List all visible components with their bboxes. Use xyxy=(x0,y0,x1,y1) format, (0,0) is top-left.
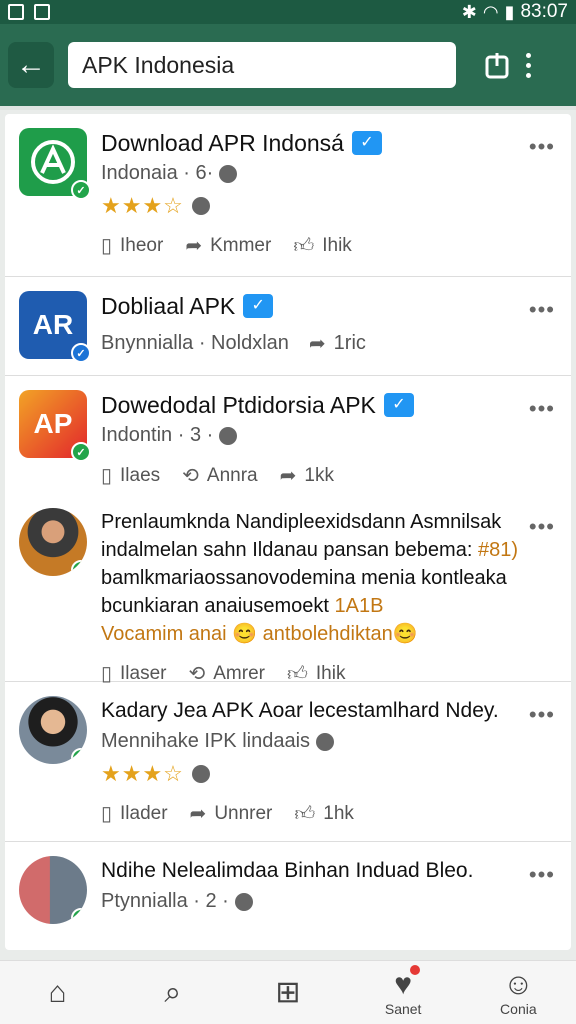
notification-icon xyxy=(34,4,50,20)
more-options-icon[interactable]: ••• xyxy=(529,862,555,888)
nav-add[interactable]: ⊞ xyxy=(253,975,323,1009)
verified-icon: ✓ xyxy=(351,131,382,155)
overflow-menu-icon[interactable] xyxy=(526,52,531,78)
share-button[interactable]: ➦ Kmmer xyxy=(185,233,271,258)
globe-icon xyxy=(234,892,253,911)
list-item[interactable]: ✓ Download APR Indonsá ✓ Indonaia · 6· ★★… xyxy=(5,114,571,277)
check-badge-icon: ✓ xyxy=(71,908,87,924)
clock: 83:07 xyxy=(520,1,568,22)
divider xyxy=(0,106,576,110)
wifi-icon: ◠ xyxy=(482,1,499,22)
share-arrow-icon: ➦ xyxy=(185,235,203,257)
app-bar: ← APK Indonesia xyxy=(0,24,576,106)
star-rating: ★★★☆ xyxy=(101,193,559,219)
like-button[interactable]: ▯ Iheor xyxy=(101,233,163,258)
share-button[interactable]: ➦ 1ric xyxy=(309,331,366,356)
app-icon: AP ✓ xyxy=(19,390,91,462)
info-icon xyxy=(191,197,210,215)
like-icon: ▯ xyxy=(101,235,113,257)
post-meta: Bnynnialla · Noldxlan xyxy=(101,332,289,354)
more-options-icon[interactable]: ••• xyxy=(529,514,555,540)
profile-icon: ☺ xyxy=(503,967,534,1001)
more-options-icon[interactable]: ••• xyxy=(529,702,555,728)
more-options-icon[interactable]: ••• xyxy=(529,396,555,422)
avatar: ✓ xyxy=(19,856,87,924)
post-text: Prenlaumknda Nandipleexidsdann Asmnilsak… xyxy=(101,508,559,685)
verified-icon: ✓ xyxy=(383,393,414,417)
more-options-icon[interactable]: ••• xyxy=(529,134,555,160)
nav-search[interactable]: ⌕ xyxy=(138,975,208,1009)
verified-icon: ✓ xyxy=(243,294,274,318)
list-item[interactable]: AR ✓ Dobliaal APK ✓ Bnynnialla · Noldxlan… xyxy=(5,277,571,376)
status-bar: ✱ ◠ ▮ 83:07 xyxy=(0,0,576,24)
list-item[interactable]: ✓ Kadary Jea APK Aoar lecestamlhard Ndey… xyxy=(5,682,571,842)
nav-notifications[interactable]: ♥ Sanet xyxy=(368,964,438,1017)
back-button[interactable]: ← xyxy=(8,42,54,88)
check-badge-icon: ✓ xyxy=(71,748,87,764)
app-icon: ✓ xyxy=(19,128,91,200)
globe-icon xyxy=(316,732,335,751)
thumbs-up-icon: 👍︎ xyxy=(293,234,315,257)
thumb-button[interactable]: 👍︎ Ihik xyxy=(293,233,351,258)
list-item[interactable]: ✓ Prenlaumknda Nandipleexidsdann Asmnils… xyxy=(5,494,571,685)
app-icon: AR ✓ xyxy=(19,291,91,363)
avatar: ✓ xyxy=(19,696,87,764)
notifications-icon: ♥ xyxy=(394,967,413,1001)
thumb-button[interactable]: 👍︎ 1hk xyxy=(294,801,354,826)
post-title[interactable]: Ndihe Nelealimdaa Binhan Induad Bleo. xyxy=(101,856,473,886)
star-rating: ★★★☆ xyxy=(101,761,559,787)
globe-icon xyxy=(219,426,238,445)
post-title[interactable]: Dobliaal APK xyxy=(101,291,235,321)
share-icon[interactable] xyxy=(482,50,512,80)
comment-button[interactable]: ⟲ Annra xyxy=(182,463,257,488)
bottom-nav: ⌂ ⌕ ⊞ ♥ Sanet ☺ Conia xyxy=(0,960,576,1024)
post-meta: Mennihake IPK lindaais xyxy=(101,730,311,752)
post-title[interactable]: Dowedodal Ptdidorsia APK xyxy=(101,390,376,420)
share-button[interactable]: ➦ 1kk xyxy=(280,463,334,488)
like-button[interactable]: ▯ Ilader xyxy=(101,801,168,826)
list-item[interactable]: AP ✓ Dowedodal Ptdidorsia APK ✓ Indontin … xyxy=(5,376,571,494)
add-icon: ⊞ xyxy=(275,975,301,1009)
post-meta: Indontin · 3 · xyxy=(101,424,214,446)
like-button[interactable]: ▯ Ilaes xyxy=(101,463,160,488)
avatar: ✓ xyxy=(19,508,87,576)
signal-icon: ▮ xyxy=(504,1,515,22)
home-icon: ⌂ xyxy=(48,975,67,1009)
back-arrow-icon: ← xyxy=(16,48,46,81)
search-input[interactable]: APK Indonesia xyxy=(68,42,456,88)
globe-icon xyxy=(219,164,238,183)
bluetooth-icon: ✱ xyxy=(461,1,477,22)
check-badge-icon: ✓ xyxy=(71,180,91,200)
search-icon: ⌕ xyxy=(164,975,182,1009)
post-meta: Indonaia · 6· xyxy=(101,162,214,184)
check-badge-icon: ✓ xyxy=(71,343,91,363)
nav-home[interactable]: ⌂ xyxy=(23,975,93,1009)
share-button[interactable]: ➦ Unnrer xyxy=(190,801,273,826)
post-title[interactable]: Kadary Jea APK Aoar lecestamlhard Ndey. xyxy=(101,696,499,726)
notification-dot-icon xyxy=(410,964,421,975)
results-feed: ✓ Download APR Indonsá ✓ Indonaia · 6· ★★… xyxy=(5,114,571,950)
nav-profile[interactable]: ☺ Conia xyxy=(483,967,553,1017)
check-badge-icon: ✓ xyxy=(71,442,91,462)
list-item[interactable]: ✓ Ndihe Nelealimdaa Binhan Induad Bleo. … xyxy=(5,842,571,950)
more-options-icon[interactable]: ••• xyxy=(529,297,555,323)
check-badge-icon: ✓ xyxy=(71,560,87,576)
info-icon xyxy=(191,765,210,783)
post-meta: Ptynnialla · 2 · xyxy=(101,890,229,912)
post-title[interactable]: Download APR Indonsá xyxy=(101,128,344,158)
notification-icon xyxy=(8,4,24,20)
